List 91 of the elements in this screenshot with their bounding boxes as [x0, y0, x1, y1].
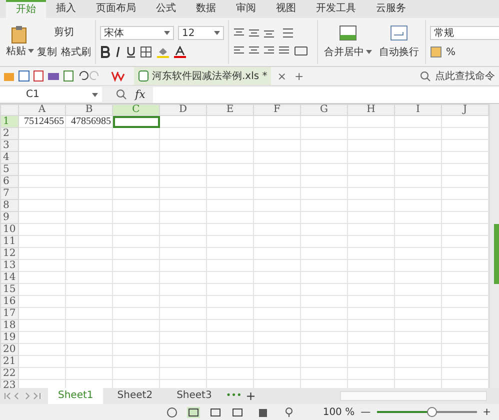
row-header[interactable]: 13 — [0, 260, 18, 272]
row-header[interactable]: 16 — [0, 296, 18, 308]
table-cell[interactable]: 75124565 — [18, 116, 66, 128]
merge-cells-icon — [339, 25, 357, 41]
horizontal-scrollbar[interactable] — [340, 391, 487, 401]
document-tab[interactable]: 河东软件园减法举例.xls * — [134, 67, 272, 85]
row-header[interactable]: 14 — [0, 272, 18, 284]
font-name-dropdown[interactable]: 宋体 — [100, 26, 174, 40]
sheet-tab[interactable]: Sheet2 — [107, 388, 163, 404]
row-header[interactable]: 21 — [0, 356, 18, 368]
ribbon-tab[interactable]: 审阅 — [226, 0, 266, 18]
copy-button[interactable]: 复制 — [37, 45, 57, 59]
row-header[interactable]: 12 — [0, 248, 18, 260]
spreadsheet-file-icon — [138, 70, 149, 82]
ribbon-tab[interactable]: 开发工具 — [306, 0, 366, 18]
row-header[interactable]: 7 — [0, 188, 18, 200]
column-header[interactable]: F — [254, 104, 300, 116]
row-header[interactable]: 15 — [0, 284, 18, 296]
row-header[interactable]: 4 — [0, 152, 18, 164]
zoom-in-button[interactable]: + — [482, 406, 491, 418]
italic-icon[interactable] — [114, 46, 122, 58]
caret-icon — [214, 31, 220, 35]
underline-icon[interactable] — [126, 46, 136, 58]
column-header[interactable]: J — [442, 104, 489, 116]
row-header[interactable]: 5 — [0, 164, 18, 176]
column-header[interactable]: I — [394, 104, 442, 116]
row-header[interactable]: 11 — [0, 236, 18, 248]
name-box[interactable]: C1 — [0, 87, 102, 102]
caret-icon — [366, 50, 372, 54]
column-header[interactable]: C — [112, 104, 160, 116]
command-search-field[interactable]: 点此查找命令 — [435, 69, 495, 83]
borders-icon[interactable] — [140, 46, 152, 58]
quick-access-icons[interactable] — [4, 70, 126, 82]
font-size-dropdown[interactable]: 12 — [178, 26, 224, 40]
caret-icon — [92, 92, 98, 96]
column-header[interactable]: E — [206, 104, 254, 116]
column-header[interactable]: G — [300, 104, 348, 116]
row-header[interactable]: 2 — [0, 128, 18, 140]
row-header[interactable]: 3 — [0, 140, 18, 152]
ribbon-tab[interactable]: 插入 — [46, 0, 86, 18]
zoom-percentage[interactable]: 100 % — [322, 406, 355, 418]
number-format-dropdown[interactable]: 常规 — [430, 26, 499, 40]
row-header[interactable]: 9 — [0, 212, 18, 224]
row-header[interactable]: 19 — [0, 332, 18, 344]
row-header[interactable]: 20 — [0, 344, 18, 356]
zoom-slider-thumb[interactable] — [426, 407, 437, 417]
ribbon-tab[interactable]: 页面布局 — [86, 0, 146, 18]
column-header[interactable]: B — [66, 104, 112, 116]
sheet-tab[interactable]: Sheet3 — [166, 388, 222, 404]
cut-button[interactable]: 剪切 — [37, 25, 91, 39]
ribbon-tab[interactable]: 开始 — [6, 0, 46, 18]
fill-color-icon[interactable] — [156, 46, 170, 58]
caret-icon — [164, 31, 170, 35]
font-color-icon[interactable] — [174, 46, 186, 58]
column-header[interactable]: D — [160, 104, 206, 116]
more-sheets-button[interactable]: ••• — [226, 391, 242, 401]
vertical-scrollbar[interactable] — [489, 104, 499, 388]
wrap-text-icon — [390, 25, 408, 41]
paste-button[interactable]: 粘贴 — [6, 26, 34, 58]
row-header[interactable]: 8 — [0, 200, 18, 212]
ribbon-tab[interactable]: 云服务 — [366, 0, 416, 18]
row-header[interactable]: 22 — [0, 368, 18, 380]
table-cell[interactable]: 47856985 — [66, 116, 112, 128]
close-tab-button[interactable]: × — [275, 70, 288, 82]
ribbon-tab[interactable]: 视图 — [266, 0, 306, 18]
ribbon-tab[interactable]: 公式 — [146, 0, 186, 18]
search-icon — [420, 70, 431, 82]
row-header[interactable]: 17 — [0, 308, 18, 320]
currency-icon[interactable] — [430, 46, 442, 58]
table-cell[interactable] — [112, 116, 160, 128]
zoom-out-button[interactable]: — — [360, 406, 371, 418]
row-header[interactable]: 1 — [0, 116, 18, 128]
row-header[interactable]: 10 — [0, 224, 18, 236]
wrap-text-button[interactable]: 自动换行 — [377, 25, 421, 59]
column-header[interactable]: A — [18, 104, 66, 116]
format-painter-button[interactable]: 格式刷 — [61, 45, 91, 59]
percent-button[interactable]: % — [446, 46, 456, 58]
document-name: 河东软件园减法举例.xls * — [152, 70, 268, 83]
column-header[interactable]: H — [348, 104, 394, 116]
sheet-tab[interactable]: Sheet1 — [48, 388, 104, 404]
merge-center-button[interactable]: 合并居中 — [322, 25, 374, 59]
new-tab-button[interactable]: + — [292, 70, 306, 82]
ribbon-tab[interactable]: 数据 — [186, 0, 226, 18]
zoom-icon — [116, 89, 127, 100]
function-button[interactable]: fx — [135, 88, 146, 101]
caret-icon — [28, 49, 34, 53]
row-header[interactable]: 18 — [0, 320, 18, 332]
row-header[interactable]: 6 — [0, 176, 18, 188]
bold-icon[interactable] — [100, 46, 110, 58]
formula-input[interactable] — [153, 86, 499, 102]
add-sheet-button[interactable]: + — [246, 389, 256, 403]
